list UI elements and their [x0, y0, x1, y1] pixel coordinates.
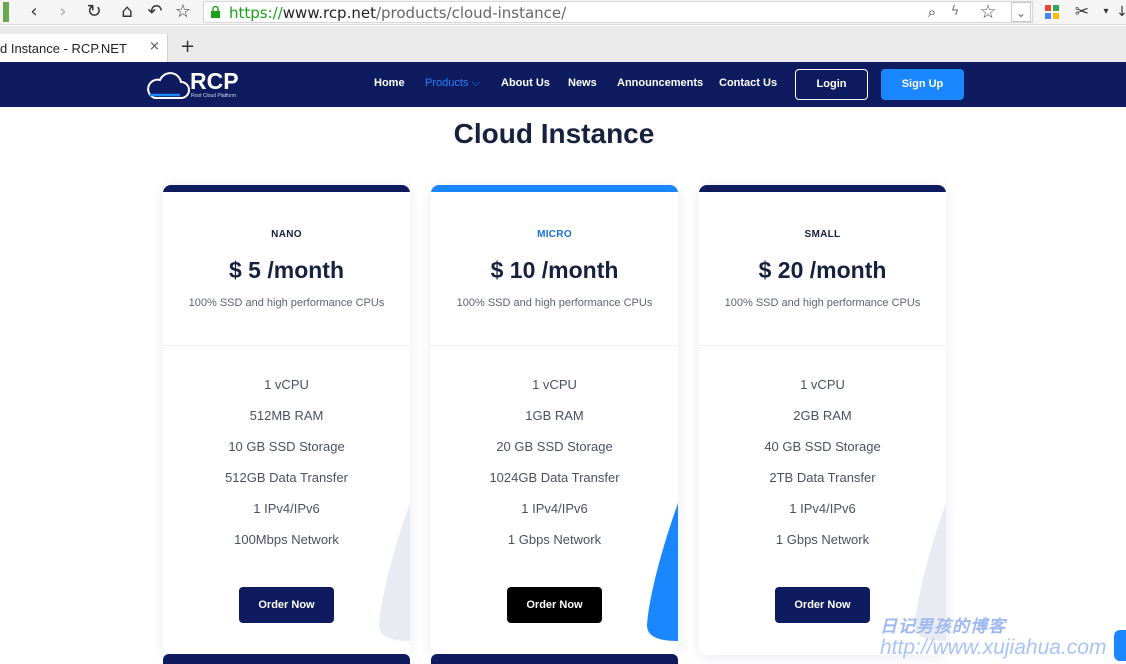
nav-contact-us[interactable]: Contact Us	[719, 77, 777, 89]
plan-card-nano: NANO $ 5 /month 100% SSD and high perfor…	[163, 185, 410, 655]
divider	[163, 345, 410, 346]
login-button[interactable]: Login	[795, 69, 868, 100]
new-tab-icon[interactable]: +	[180, 36, 195, 57]
tab-close-icon[interactable]: ×	[149, 39, 160, 54]
feature-storage: 40 GB SSD Storage	[764, 439, 881, 454]
site-logo[interactable]: RCP Root Cloud Platform	[146, 68, 256, 102]
signup-button[interactable]: Sign Up	[881, 69, 964, 100]
address-bar[interactable]: https://www.rcp.net/products/cloud-insta…	[203, 1, 1033, 23]
watermark-url: http://www.xujiahua.com	[880, 636, 1107, 659]
feature-ip: 1 IPv4/IPv6	[789, 501, 856, 516]
download-icon[interactable]: ↓	[1112, 2, 1126, 22]
undo-icon[interactable]: ↶	[145, 2, 165, 22]
plan-tier: SMALL	[804, 229, 841, 240]
reload-icon[interactable]: ↻	[84, 2, 104, 22]
scroll-top-button[interactable]	[1114, 630, 1126, 661]
feature-ram: 512MB RAM	[249, 408, 324, 423]
plan-card-small: SMALL $ 20 /month 100% SSD and high perf…	[699, 185, 946, 655]
cloud-logo-icon	[147, 72, 190, 99]
apps-grid-icon[interactable]	[1042, 2, 1062, 22]
tab-active[interactable]: d Instance - RCP.NET ×	[0, 34, 168, 62]
plan-tier: MICRO	[537, 229, 572, 240]
lock-icon	[211, 6, 220, 18]
plan-price: $ 5 /month	[228, 257, 344, 283]
scissors-icon[interactable]: ✂	[1072, 2, 1092, 22]
lightning-icon[interactable]: ϟ	[945, 2, 965, 22]
watermark-title: 日记男孩的博客	[880, 617, 1006, 636]
feature-ram: 1GB RAM	[525, 408, 584, 423]
feature-ram: 2GB RAM	[793, 408, 852, 423]
page-title: Cloud Instance	[453, 118, 655, 149]
plan-description: 100% SSD and high performance CPUs	[724, 297, 921, 309]
feature-ip: 1 IPv4/IPv6	[253, 501, 320, 516]
feature-network: 100Mbps Network	[234, 532, 339, 547]
browser-toolbar: ‹ › ↻ ⌂ ↶ ☆ https://www.rcp.net/products…	[0, 0, 1126, 25]
feature-cpu: 1 vCPU	[264, 377, 309, 392]
nav-about-us[interactable]: About Us	[501, 77, 550, 89]
feature-storage: 10 GB SSD Storage	[228, 439, 345, 454]
plan-description: 100% SSD and high performance CPUs	[456, 297, 653, 309]
feature-cpu: 1 vCPU	[532, 377, 577, 392]
order-now-button[interactable]: Order Now	[775, 587, 870, 623]
zoom-icon[interactable]: ⌕	[922, 2, 942, 22]
tab-title: d Instance - RCP.NET	[0, 41, 127, 56]
dropdown-icon[interactable]: ⌄	[1011, 2, 1031, 22]
nav-products[interactable]: Products ⌵	[425, 77, 480, 90]
tab-bar: d Instance - RCP.NET × +	[0, 26, 1126, 62]
plan-card-micro: MICRO $ 10 /month 100% SSD and high perf…	[431, 185, 678, 655]
plan-price: $ 10 /month	[490, 257, 619, 283]
logo-subtitle: Root Cloud Platform	[191, 93, 237, 99]
nav-home[interactable]: Home	[374, 77, 405, 89]
next-card-top	[163, 654, 410, 664]
divider	[699, 345, 946, 346]
divider	[431, 345, 678, 346]
site-header: RCP Root Cloud Platform Home Products ⌵ …	[0, 62, 1126, 107]
nav-announcements[interactable]: Announcements	[617, 77, 703, 89]
bookmark-star-icon[interactable]: ☆	[173, 2, 193, 22]
feature-cpu: 1 vCPU	[800, 377, 845, 392]
feature-transfer: 2TB Data Transfer	[769, 470, 876, 485]
nav-news[interactable]: News	[568, 77, 597, 89]
extension-icon[interactable]	[3, 2, 9, 22]
feature-transfer: 1024GB Data Transfer	[489, 470, 620, 485]
feature-network: 1 Gbps Network	[775, 532, 870, 547]
home-icon[interactable]: ⌂	[117, 2, 137, 22]
order-now-button[interactable]: Order Now	[239, 587, 334, 623]
feature-transfer: 512GB Data Transfer	[225, 470, 348, 485]
order-now-button[interactable]: Order Now	[507, 587, 602, 623]
next-card-top	[431, 654, 678, 664]
url-text: https://www.rcp.net/products/cloud-insta…	[229, 4, 567, 22]
feature-storage: 20 GB SSD Storage	[496, 439, 613, 454]
favorite-star-icon[interactable]: ☆	[978, 2, 998, 22]
forward-icon[interactable]: ›	[53, 2, 73, 22]
logo-text: RCP	[190, 68, 239, 94]
feature-network: 1 Gbps Network	[507, 532, 602, 547]
plan-description: 100% SSD and high performance CPUs	[188, 297, 385, 309]
plan-tier: NANO	[271, 229, 302, 240]
plan-price: $ 20 /month	[758, 257, 887, 283]
back-icon[interactable]: ‹	[24, 2, 44, 22]
feature-ip: 1 IPv4/IPv6	[521, 501, 588, 516]
